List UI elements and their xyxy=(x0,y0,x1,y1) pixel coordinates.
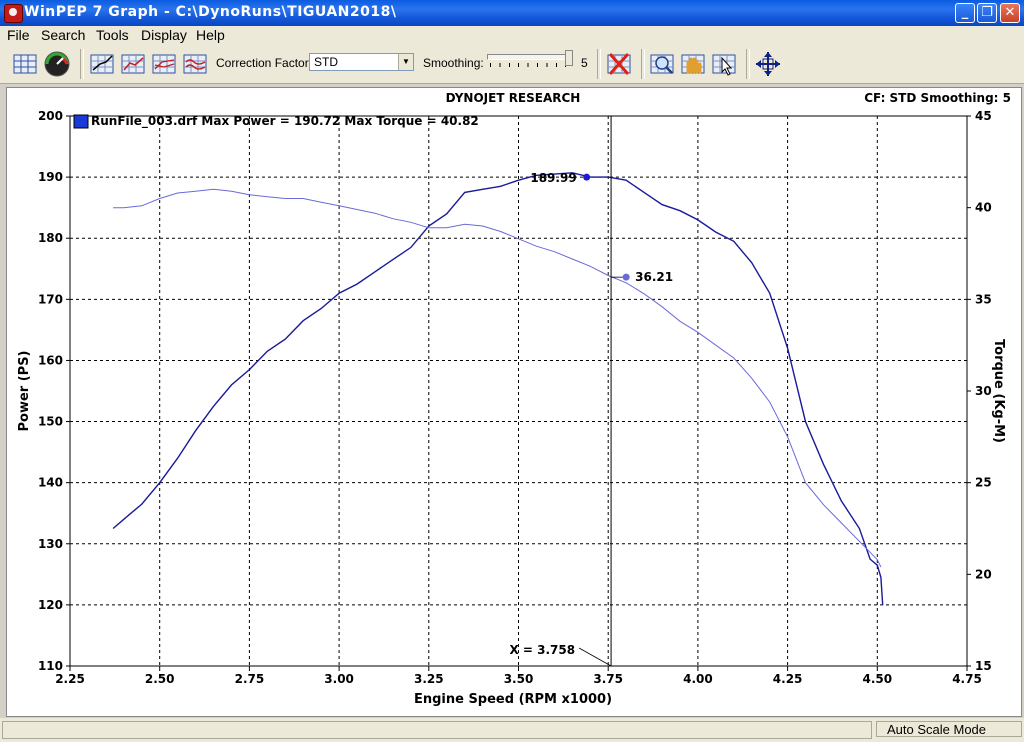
correction-factor-value: STD xyxy=(314,55,338,69)
menu-display[interactable]: Display xyxy=(141,27,187,43)
torque-line xyxy=(113,188,882,568)
y2-tick-labels: 15 20 25 30 35 40 45 xyxy=(975,109,992,673)
dyno-chart[interactable]: DYNOJET RESEARCH CF: STD Smoothing: 5 2.… xyxy=(7,88,1021,716)
status-bar: Auto Scale Mode xyxy=(0,718,1024,742)
toolbar: Correction Factor: STD ▼ Smoothing: 5 xyxy=(0,45,1024,84)
graph-wave-icon[interactable] xyxy=(181,50,209,78)
app-icon[interactable] xyxy=(4,4,23,23)
smoothing-slider[interactable] xyxy=(487,54,567,60)
toolbar-separator xyxy=(80,49,84,79)
smoothing-slider-ticks xyxy=(490,63,566,67)
grid-lines xyxy=(66,115,971,671)
x-tick-label: 3.25 xyxy=(414,672,444,686)
toolbar-separator xyxy=(597,49,601,79)
torque-marker xyxy=(622,273,630,281)
x-tick-label: 4.50 xyxy=(862,672,892,686)
y-tick-label: 120 xyxy=(38,598,63,612)
graph-window: DYNOJET RESEARCH CF: STD Smoothing: 5 2.… xyxy=(6,87,1022,717)
clear-graph-icon[interactable] xyxy=(605,50,633,78)
maximize-button[interactable]: ❐ xyxy=(977,3,997,23)
power-marker xyxy=(583,173,591,181)
menu-help[interactable]: Help xyxy=(196,27,225,43)
y-tick-label: 110 xyxy=(38,659,63,673)
cursor-overlay: X = 3.758 189.99 36.21 xyxy=(509,116,673,667)
y2-tick-label: 25 xyxy=(975,476,992,490)
y-tick-label: 140 xyxy=(38,476,63,490)
graph-cursor-icon[interactable] xyxy=(88,50,116,78)
smoothing-value: 5 xyxy=(581,56,588,70)
close-button[interactable]: ✕ xyxy=(1000,3,1020,23)
chart-title: DYNOJET RESEARCH xyxy=(446,91,581,105)
title-bar: WinPEP 7 Graph - C:\DynoRuns\TIGUAN2018\… xyxy=(0,0,1024,26)
x-tick-label: 3.75 xyxy=(593,672,623,686)
x-tick-label: 3.00 xyxy=(324,672,354,686)
smoothing-label: Smoothing: xyxy=(423,56,484,70)
power-line xyxy=(112,172,884,605)
zoom-icon[interactable] xyxy=(648,50,676,78)
x-tick-label: 2.25 xyxy=(55,672,85,686)
x-tick-label: 4.00 xyxy=(683,672,713,686)
chevron-down-icon[interactable]: ▼ xyxy=(398,54,413,70)
select-graph-icon[interactable] xyxy=(710,50,738,78)
grid-icon[interactable] xyxy=(11,50,39,78)
plot-area xyxy=(69,115,968,667)
y-tick-label: 180 xyxy=(38,231,63,245)
x-tick-label: 2.75 xyxy=(235,672,265,686)
graph-multi-icon[interactable] xyxy=(150,50,178,78)
x-tick-label: 3.50 xyxy=(504,672,534,686)
y-tick-labels: 110 120 130 140 150 160 170 180 190 200 xyxy=(38,109,63,673)
y-tick-label: 190 xyxy=(38,170,63,184)
x-tick-labels: 2.25 2.50 2.75 3.00 3.25 3.50 3.75 4.00 4.25 4.50… xyxy=(55,672,982,686)
y-tick-label: 170 xyxy=(38,292,63,306)
toolbar-separator xyxy=(746,49,750,79)
menu-file[interactable]: File xyxy=(7,27,30,43)
menu-tools[interactable]: Tools xyxy=(96,27,129,43)
menu-bar: File Search Tools Display Help xyxy=(0,26,1024,45)
y-tick-label: 130 xyxy=(38,537,63,551)
x-tick-label: 2.50 xyxy=(145,672,175,686)
window-title: WinPEP 7 Graph - C:\DynoRuns\TIGUAN2018\ xyxy=(24,4,397,20)
y-tick-label: 160 xyxy=(38,353,63,367)
x-tick-label: 4.75 xyxy=(952,672,982,686)
x-axis-label: Engine Speed (RPM x1000) xyxy=(414,692,612,707)
y-axis-label: Power (PS) xyxy=(17,351,32,432)
cursor-label: X = 3.758 xyxy=(509,643,575,657)
y2-tick-label: 45 xyxy=(975,109,992,123)
y-tick-label: 150 xyxy=(38,415,63,429)
smoothing-slider-thumb[interactable] xyxy=(565,50,573,66)
chart-header-right: CF: STD Smoothing: 5 xyxy=(864,91,1011,105)
series-lines xyxy=(112,172,884,605)
y2-tick-label: 40 xyxy=(975,201,992,215)
menu-search[interactable]: Search xyxy=(41,27,85,43)
y2-tick-label: 20 xyxy=(975,567,992,581)
correction-factor-label: Correction Factor: xyxy=(216,56,313,70)
scale-arrows-icon[interactable] xyxy=(754,50,782,78)
y2-tick-label: 15 xyxy=(975,659,992,673)
cursor-label-leader xyxy=(578,647,612,667)
status-mode: Auto Scale Mode xyxy=(876,721,1022,737)
correction-factor-select[interactable]: STD ▼ xyxy=(309,53,414,71)
toolbar-separator xyxy=(641,49,645,79)
status-pane-main xyxy=(2,721,872,739)
y-tick-label: 200 xyxy=(38,109,63,123)
minimize-button[interactable]: _ xyxy=(955,3,975,23)
graph-line-icon[interactable] xyxy=(119,50,147,78)
power-marker-label: 189.99 xyxy=(530,171,576,185)
gauge-icon[interactable] xyxy=(43,50,71,78)
y2-tick-label: 30 xyxy=(975,384,992,398)
legend-text: RunFile_003.drf Max Power = 190.72 Max T… xyxy=(91,114,479,129)
legend-swatch xyxy=(73,114,89,129)
y2-axis-label: Torque (Kg-M) xyxy=(991,339,1006,443)
x-tick-label: 4.25 xyxy=(773,672,803,686)
torque-marker-label: 36.21 xyxy=(635,270,673,284)
y2-tick-label: 35 xyxy=(975,292,992,306)
pan-hand-icon[interactable] xyxy=(679,50,707,78)
